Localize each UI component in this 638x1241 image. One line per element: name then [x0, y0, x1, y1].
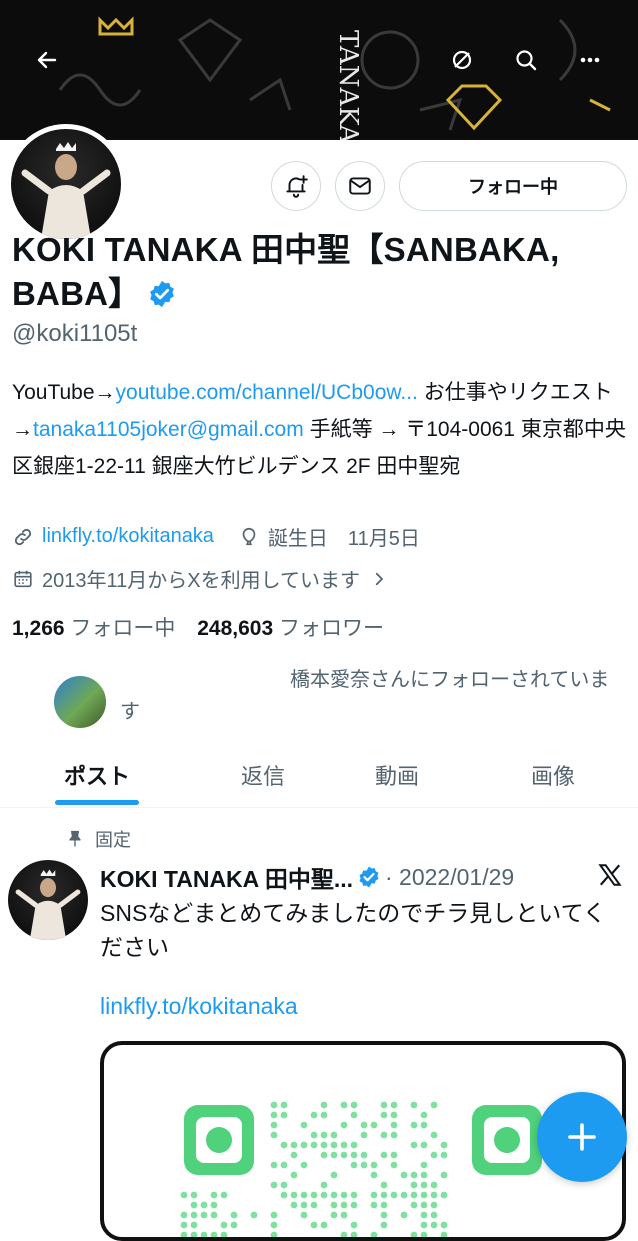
chevron-right-icon [375, 572, 383, 585]
pinned-label: 固定 [65, 826, 131, 852]
grok-button[interactable] [438, 36, 486, 84]
joined-text: 2013年11月からXを利用しています [42, 570, 360, 592]
compose-post-button[interactable] [537, 1092, 627, 1182]
notifications-button[interactable] [271, 161, 321, 211]
followed-by-tail: す [120, 701, 140, 723]
avatar-photo-small [15, 869, 81, 940]
bell-plus-icon [286, 175, 308, 198]
youtube-link[interactable]: youtube.com/channel/UCb0ow... [116, 381, 418, 404]
profile-bio: YouTube→youtube.com/channel/UCb0ow... お仕… [12, 374, 632, 485]
more-button[interactable] [566, 36, 614, 84]
post-date[interactable]: · 2022/01/29 [385, 864, 514, 891]
message-button[interactable] [335, 161, 385, 211]
post-link[interactable]: linkfly.to/kokitanaka [100, 993, 298, 1020]
email-link[interactable]: tanaka1105joker@gmail.com [33, 418, 304, 441]
verified-badge-icon [147, 276, 177, 320]
back-arrow-icon [37, 51, 57, 69]
followers-count-link[interactable]: 248,603 フォロワー [197, 617, 384, 640]
link-icon [14, 528, 32, 545]
active-tab-indicator [55, 800, 139, 805]
post-author-avatar[interactable] [8, 860, 88, 940]
profile-avatar[interactable] [6, 124, 126, 244]
post-body: SNSなどまとめてみましたのでチラ見しといてください [100, 900, 606, 960]
banner-text: TANAKA [333, 30, 363, 140]
balloon-icon [242, 527, 256, 545]
followed-by-row[interactable]: 橋本愛奈さんにフォローされていま す [10, 660, 630, 730]
pin-icon [69, 830, 81, 847]
more-icon [580, 57, 600, 63]
tab-posts[interactable]: ポスト [0, 745, 194, 805]
user-handle: @koki1105t [12, 320, 138, 347]
bio-prefix: YouTube→ [12, 381, 116, 404]
post-header: KOKI TANAKA 田中聖... · 2022/01/29 [100, 860, 630, 894]
tab-images[interactable]: 画像 [456, 745, 638, 805]
envelope-icon [349, 177, 371, 195]
display-name: KOKI TANAKA 田中聖【SANBAKA, BABA】 [12, 228, 627, 320]
mutual-avatars [10, 666, 110, 730]
post-verified-badge-icon [357, 865, 381, 889]
x-logo-icon[interactable] [597, 862, 623, 888]
following-label: フォロー中 [70, 617, 176, 640]
profile-meta-row: linkfly.to/kokitanaka 誕生日 11月5日 [12, 522, 420, 551]
follow-counts: 1,266 フォロー中 248,603 フォロワー [12, 612, 384, 642]
followers-count: 248,603 [197, 617, 274, 640]
followers-label: フォロワー [279, 617, 385, 640]
joined-row[interactable]: 2013年11月からXを利用しています [12, 564, 388, 593]
profile-tabs: ポスト 返信 動画 画像 [0, 745, 638, 808]
pinned-text: 固定 [95, 830, 131, 850]
followed-by-line1: 橋本愛奈さんにフォローされていま [290, 669, 610, 691]
website-link[interactable]: linkfly.to/kokitanaka [42, 525, 214, 548]
calendar-icon [14, 570, 32, 587]
following-count: 1,266 [12, 617, 65, 640]
following-count-link[interactable]: 1,266 フォロー中 [12, 617, 175, 640]
following-button[interactable]: フォロー中 [399, 161, 627, 211]
search-icon [516, 50, 537, 71]
profile-banner[interactable]: TANAKA [0, 0, 638, 140]
post-author-name[interactable]: KOKI TANAKA 田中聖... [100, 860, 353, 894]
plus-icon [568, 1123, 596, 1151]
search-button[interactable] [502, 36, 550, 84]
back-button[interactable] [23, 36, 71, 84]
followed-by-text: 橋本愛奈さんにフォローされていま [290, 664, 630, 696]
avatar-photo [11, 129, 121, 239]
grok-icon [452, 50, 472, 70]
display-name-text: KOKI TANAKA 田中聖【SANBAKA, BABA】 [12, 231, 560, 312]
birthday-text: 誕生日 11月5日 [267, 528, 420, 550]
